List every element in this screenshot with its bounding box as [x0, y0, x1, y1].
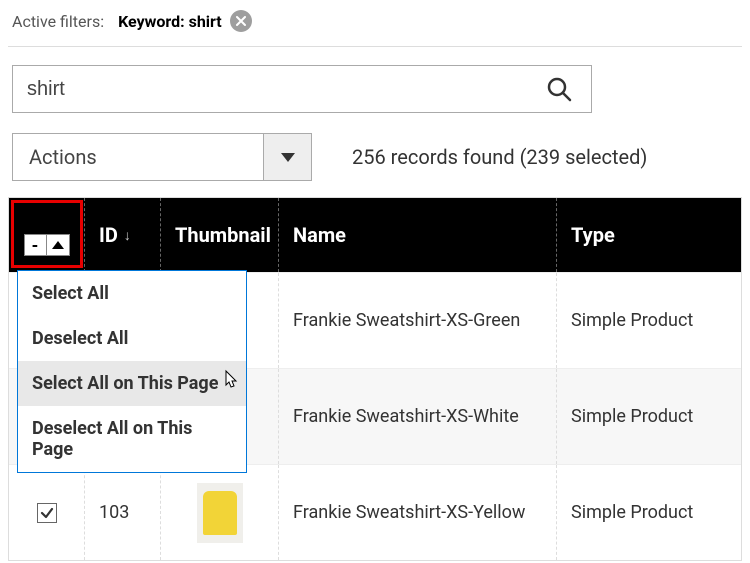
row-thumb-cell	[161, 465, 279, 560]
row-type-cell: Simple Product	[557, 273, 741, 368]
menu-item-deselect-all[interactable]: Deselect All	[18, 316, 246, 361]
multiselect-toggle[interactable]: -	[24, 234, 70, 256]
filter-chip-keyword: Keyword: shirt	[118, 10, 252, 32]
row-type-cell: Simple Product	[557, 465, 741, 560]
row-id-cell: 103	[85, 465, 161, 560]
column-header-checkbox[interactable]: -	[9, 198, 85, 272]
filter-chip-text: Keyword: shirt	[118, 12, 222, 31]
table-row[interactable]: 103 Frankie Sweatshirt-XS-Yellow Simple …	[9, 464, 741, 560]
product-thumbnail	[197, 483, 243, 543]
search-box	[12, 65, 592, 113]
table-header: - ID ↓ Thumbnail Name Type Select All De…	[9, 198, 741, 272]
remove-filter-icon[interactable]	[230, 10, 252, 32]
menu-item-select-page[interactable]: Select All on This Page	[18, 361, 246, 406]
active-filters-label: Active filters:	[12, 12, 104, 31]
indeterminate-icon: -	[25, 235, 47, 255]
column-header-type[interactable]: Type	[557, 198, 741, 272]
column-header-id-label: ID	[99, 223, 118, 247]
cursor-pointer-icon	[220, 369, 240, 398]
row-name-cell: Frankie Sweatshirt-XS-White	[279, 369, 557, 464]
row-type-cell: Simple Product	[557, 369, 741, 464]
checkbox-checked[interactable]	[37, 503, 57, 523]
multiselect-dropdown: Select All Deselect All Select All on Th…	[17, 270, 247, 473]
actions-dropdown[interactable]: Actions	[12, 133, 312, 181]
column-header-id[interactable]: ID ↓	[85, 198, 161, 272]
active-filters-bar: Active filters: Keyword: shirt	[8, 0, 742, 47]
menu-item-deselect-page[interactable]: Deselect All on This Page	[18, 406, 246, 472]
search-icon[interactable]	[537, 76, 581, 102]
column-header-name[interactable]: Name	[279, 198, 557, 272]
chevron-up-icon	[47, 235, 69, 255]
column-header-thumbnail[interactable]: Thumbnail	[161, 198, 279, 272]
sort-arrow-icon: ↓	[124, 227, 131, 244]
product-grid: - ID ↓ Thumbnail Name Type Select All De…	[8, 197, 742, 561]
records-status: 256 records found (239 selected)	[352, 145, 647, 169]
menu-item-select-page-label: Select All on This Page	[32, 373, 218, 394]
menu-item-select-all[interactable]: Select All	[18, 271, 246, 316]
row-name-cell: Frankie Sweatshirt-XS-Green	[279, 273, 557, 368]
actions-label: Actions	[13, 145, 263, 169]
search-input[interactable]	[27, 78, 537, 101]
dropdown-caret-icon[interactable]	[263, 134, 311, 180]
row-name-cell: Frankie Sweatshirt-XS-Yellow	[279, 465, 557, 560]
row-checkbox-cell[interactable]	[9, 465, 85, 560]
